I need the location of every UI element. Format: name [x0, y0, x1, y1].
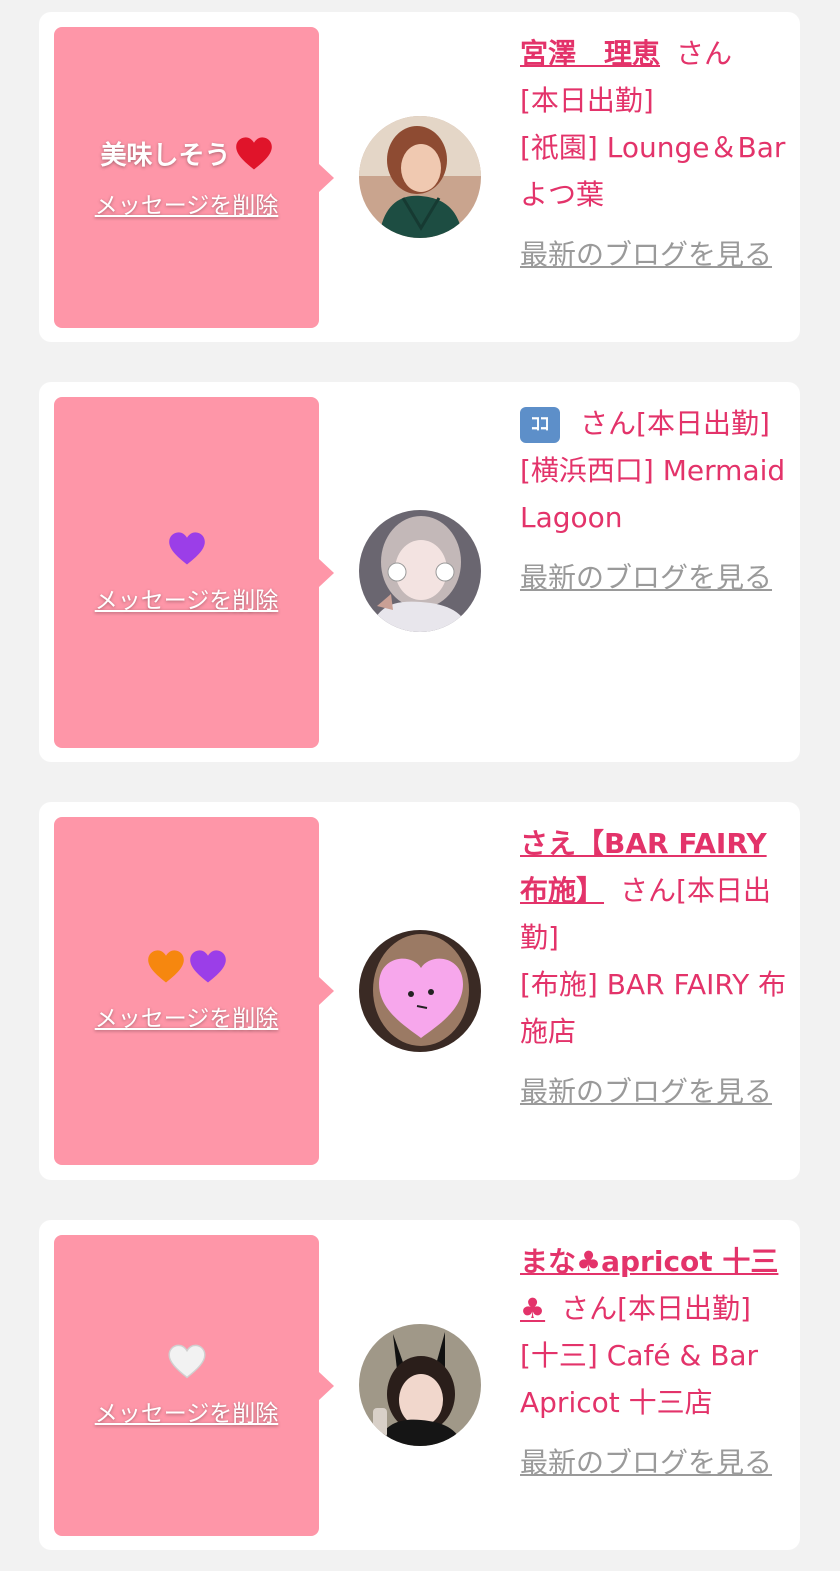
delete-message-link[interactable]: メッセージを削除 [95, 581, 279, 615]
latest-blog-link[interactable]: 最新のブログを見る [520, 1440, 790, 1485]
delete-message-link[interactable]: メッセージを削除 [95, 186, 279, 220]
cast-avatar[interactable] [359, 930, 481, 1052]
cast-info: まな♣apricot 十三♣ さん[本日出勤] [十三] Café & Bar A… [520, 1238, 790, 1485]
orange-heart-icon [147, 950, 184, 983]
shop-area: [横浜西口] [520, 454, 654, 487]
purple-heart-icon [168, 531, 205, 564]
honorific: さん [561, 1292, 618, 1325]
message-bubble: メッセージを削除 [54, 1235, 334, 1536]
message-card: メッセージを削除 さえ【BAR FAIRY 布施】 さん[本日出勤] [布施] B… [39, 802, 800, 1180]
message-list: 美味しそう メッセージを削除 宮澤 理恵 さん [本日出勤] [祇園] Loung… [0, 0, 840, 1571]
latest-blog-link[interactable]: 最新のブログを見る [520, 232, 790, 277]
work-status: [本日出勤] [520, 84, 654, 117]
cast-avatar[interactable] [359, 1324, 481, 1446]
cast-info: さえ【BAR FAIRY 布施】 さん[本日出勤] [布施] BAR FAIRY … [520, 820, 790, 1114]
shop-area: [布施] [520, 968, 598, 1001]
honorific: さん [580, 407, 637, 440]
message-card: メッセージを削除 まな♣apricot 十三♣ さん[本日出勤] [十三] Caf… [39, 1220, 800, 1550]
koko-icon: ｺｺ [520, 407, 560, 443]
message-text [147, 949, 227, 985]
shop-area: [祇園] [520, 131, 598, 164]
latest-blog-link[interactable]: 最新のブログを見る [520, 555, 790, 600]
latest-blog-link[interactable]: 最新のブログを見る [520, 1069, 790, 1114]
purple-heart-icon [189, 950, 226, 983]
message-bubble: メッセージを削除 [54, 397, 334, 748]
cast-name-link[interactable]: 宮澤 理恵 [520, 37, 660, 70]
cast-avatar[interactable] [359, 510, 481, 632]
message-text: 美味しそう [100, 135, 272, 172]
work-status: [本日出勤] [636, 407, 770, 440]
message-bubble: 美味しそう メッセージを削除 [54, 27, 334, 328]
cast-avatar[interactable] [359, 116, 481, 238]
cast-info: 宮澤 理恵 さん [本日出勤] [祇園] Lounge＆Barよつ葉 最新のブログ… [520, 30, 790, 277]
honorific: さん [676, 37, 733, 70]
message-text-content: 美味しそう [100, 141, 231, 171]
shop-area: [十三] [520, 1339, 598, 1372]
message-card: メッセージを削除 ｺｺ さん[本日出勤] [横浜西口] Mermaid Lagoo… [39, 382, 800, 762]
message-bubble: メッセージを削除 [54, 817, 334, 1165]
message-text [167, 1344, 206, 1380]
red-heart-icon [235, 136, 272, 169]
message-card: 美味しそう メッセージを削除 宮澤 理恵 さん [本日出勤] [祇園] Loung… [39, 12, 800, 342]
work-status: [本日出勤] [617, 1292, 751, 1325]
cast-info: ｺｺ さん[本日出勤] [横浜西口] Mermaid Lagoon 最新のブログを… [520, 400, 790, 600]
delete-message-link[interactable]: メッセージを削除 [95, 999, 279, 1033]
message-text [168, 531, 206, 567]
delete-message-link[interactable]: メッセージを削除 [95, 1394, 279, 1428]
white-heart-icon [167, 1344, 206, 1378]
honorific: さん [620, 874, 677, 907]
